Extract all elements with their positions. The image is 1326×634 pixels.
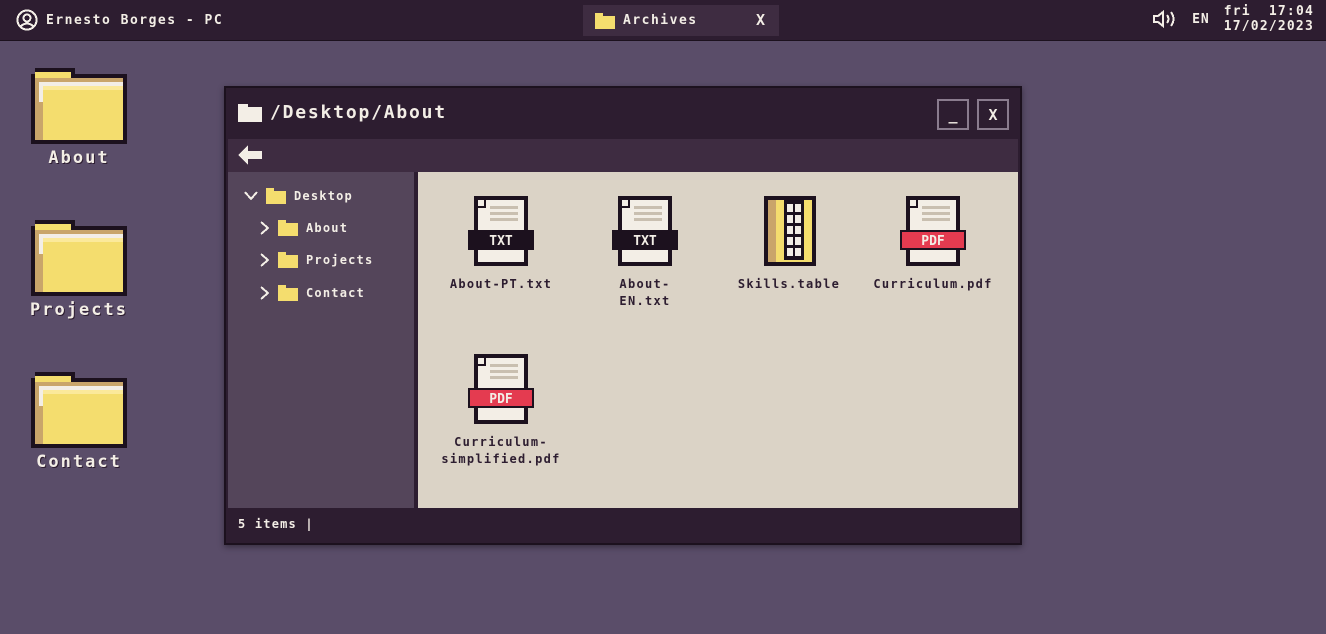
clock-date: 17/02/2023 — [1223, 19, 1314, 34]
folder-tree: Desktop About Projects Contact — [228, 172, 414, 508]
volume-icon[interactable] — [1152, 9, 1178, 29]
desktop-icon-label: Contact — [36, 452, 122, 472]
file-item[interactable]: TXT About- EN.txt — [572, 196, 718, 310]
tree-item-about[interactable]: About — [260, 220, 348, 236]
txt-file-icon: TXT — [612, 196, 678, 266]
file-explorer-window: /Desktop/About _ X Desktop About Project… — [224, 86, 1022, 545]
desktop-icon-projects[interactable]: Projects — [4, 216, 154, 320]
file-item[interactable]: TXT About-PT.txt — [428, 196, 574, 293]
taskbar: Ernesto Borges - PC Archives X EN fri 17… — [0, 0, 1326, 41]
folder-icon — [31, 64, 127, 144]
tree-item-label: Contact — [306, 286, 365, 300]
user-icon — [16, 9, 38, 31]
tree-item-label: About — [306, 221, 349, 235]
file-item[interactable]: PDF Curriculum.pdf — [860, 196, 1006, 293]
tree-item-desktop[interactable]: Desktop — [244, 188, 353, 204]
system-tray: EN fri 17:04 17/02/2023 — [1152, 4, 1314, 34]
back-arrow-icon[interactable] — [238, 145, 262, 165]
txt-file-icon: TXT — [468, 196, 534, 266]
task-label: Archives — [623, 13, 698, 28]
desktop-icon-about[interactable]: About — [4, 64, 154, 168]
clock: fri 17:04 17/02/2023 — [1224, 4, 1314, 34]
taskbar-task-archives[interactable]: Archives X — [583, 5, 779, 36]
pdf-file-icon: PDF — [900, 196, 966, 266]
close-button[interactable]: X — [977, 99, 1009, 130]
task-close-button[interactable]: X — [756, 11, 765, 29]
status-item-count: 5 items | — [238, 517, 314, 531]
folder-icon — [31, 216, 127, 296]
file-name: About-PT.txt — [449, 277, 553, 291]
folder-icon — [238, 103, 262, 122]
chevron-down-icon — [244, 191, 258, 201]
chevron-right-icon — [260, 221, 270, 235]
svg-text:TXT: TXT — [633, 234, 657, 249]
file-name: Curriculum- simplified.pdf — [441, 435, 561, 466]
folder-icon — [278, 285, 298, 301]
svg-text:PDF: PDF — [489, 392, 513, 407]
language-indicator[interactable]: EN — [1192, 12, 1210, 27]
minimize-button[interactable]: _ — [937, 99, 969, 130]
clock-day: fri — [1223, 4, 1251, 19]
folder-icon — [266, 188, 286, 204]
folder-icon — [31, 368, 127, 448]
status-bar: 5 items | — [228, 508, 1018, 541]
folder-icon — [278, 252, 298, 268]
navigation-bar — [228, 139, 1018, 172]
svg-text:PDF: PDF — [921, 234, 945, 249]
file-item[interactable]: Skills.table — [716, 196, 862, 293]
tree-item-label: Projects — [306, 253, 374, 267]
folder-icon — [278, 220, 298, 236]
desktop-icon-contact[interactable]: Contact — [4, 368, 154, 472]
file-item[interactable]: PDF Curriculum- simplified.pdf — [428, 354, 574, 468]
clock-time: 17:04 — [1268, 4, 1314, 19]
folder-icon — [595, 12, 615, 29]
tree-item-projects[interactable]: Projects — [260, 252, 373, 268]
user-menu[interactable]: Ernesto Borges - PC — [16, 9, 223, 31]
pdf-file-icon: PDF — [468, 354, 534, 424]
tree-item-contact[interactable]: Contact — [260, 285, 365, 301]
tree-item-label: Desktop — [294, 189, 353, 203]
user-name: Ernesto Borges - PC — [46, 12, 224, 28]
desktop-icon-label: About — [48, 148, 110, 168]
chevron-right-icon — [260, 286, 270, 300]
file-name: About- EN.txt — [619, 277, 671, 308]
desktop-icon-label: Projects — [30, 300, 128, 320]
window-title[interactable]: /Desktop/About — [238, 102, 447, 123]
file-name: Curriculum.pdf — [873, 277, 993, 291]
file-grid: TXT About-PT.txt TXT About- EN.txt Skill… — [418, 172, 1018, 508]
chevron-right-icon — [260, 253, 270, 267]
table-file-icon — [756, 196, 822, 266]
svg-text:TXT: TXT — [489, 234, 513, 249]
file-name: Skills.table — [737, 277, 841, 291]
window-path: /Desktop/About — [270, 102, 447, 123]
